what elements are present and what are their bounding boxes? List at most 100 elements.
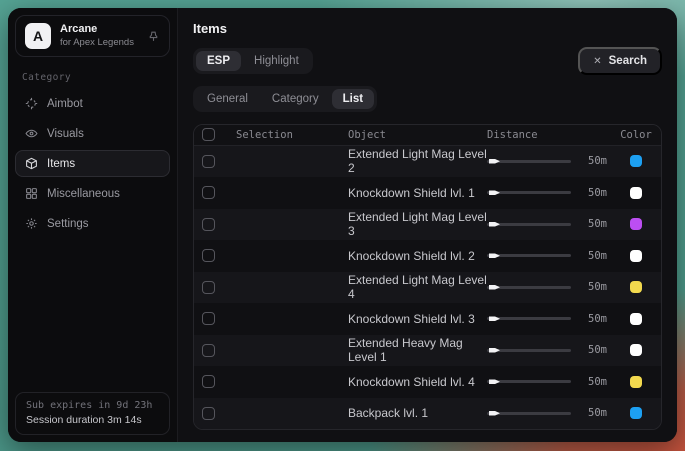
app-logo-card: A Arcane for Apex Legends	[15, 15, 170, 57]
row-checkbox[interactable]	[202, 312, 215, 325]
mode-tabs: ESPHighlight	[193, 48, 313, 74]
app-window: A Arcane for Apex Legends Category Aimbo…	[8, 8, 677, 442]
session-duration-text: Session duration 3m 14s	[26, 414, 159, 426]
row-checkbox[interactable]	[202, 155, 215, 168]
distance-value: 50m	[579, 376, 607, 388]
tab-list[interactable]: List	[332, 89, 374, 109]
object-name: Backpack lvl. 1	[348, 406, 487, 420]
object-name: Extended Light Mag Level 3	[348, 210, 487, 238]
sidebar: A Arcane for Apex Legends Category Aimbo…	[8, 8, 178, 442]
object-name: Knockdown Shield lvl. 1	[348, 186, 487, 200]
sub-expires-text: Sub expires in 9d 23h	[26, 400, 159, 411]
color-swatch[interactable]	[630, 250, 642, 262]
distance-value: 50m	[579, 281, 607, 293]
table-row: Extended Heavy Mag Level 1 50m	[194, 335, 661, 367]
select-all-checkbox[interactable]	[202, 128, 215, 141]
distance-value: 50m	[579, 187, 607, 199]
slider-thumb[interactable]	[489, 378, 500, 386]
package-icon	[25, 157, 38, 170]
distance-value: 50m	[579, 313, 607, 325]
distance-value: 50m	[579, 407, 607, 419]
sidebar-section-label: Category	[22, 72, 163, 83]
color-swatch[interactable]	[630, 155, 642, 167]
distance-slider[interactable]	[487, 380, 571, 383]
distance-slider[interactable]	[487, 160, 571, 163]
table-row: Backpack lvl. 1 50m	[194, 398, 661, 430]
distance-slider[interactable]	[487, 286, 571, 289]
items-table: Selection Object Distance Color Extended…	[193, 124, 662, 430]
color-swatch[interactable]	[630, 344, 642, 356]
table-row: Extended Light Mag Level 4 50m	[194, 272, 661, 304]
sidebar-spacer	[8, 237, 177, 385]
desktop-background: { "app": { "logo_letter": "A", "name": "…	[0, 0, 685, 451]
sidebar-item-miscellaneous[interactable]: Miscellaneous	[15, 180, 170, 207]
row-checkbox[interactable]	[202, 218, 215, 231]
slider-thumb[interactable]	[489, 252, 500, 260]
slider-thumb[interactable]	[489, 346, 500, 354]
color-swatch[interactable]	[630, 313, 642, 325]
subscription-card: Sub expires in 9d 23h Session duration 3…	[15, 392, 170, 435]
color-swatch[interactable]	[630, 187, 642, 199]
app-name: Arcane	[60, 23, 138, 37]
search-button[interactable]: ✕ Search	[578, 47, 662, 75]
app-subtitle: for Apex Legends	[60, 37, 138, 49]
table-row: Extended Light Mag Level 3 50m	[194, 209, 661, 241]
gear-icon	[25, 217, 38, 230]
row-checkbox[interactable]	[202, 344, 215, 357]
row-checkbox[interactable]	[202, 407, 215, 420]
main-panel: Items ESPHighlight ✕ Search GeneralCateg…	[178, 8, 677, 442]
color-swatch[interactable]	[630, 407, 642, 419]
distance-slider[interactable]	[487, 254, 571, 257]
row-checkbox[interactable]	[202, 249, 215, 262]
mode-toolbar: ESPHighlight ✕ Search	[193, 47, 662, 75]
sidebar-item-visuals[interactable]: Visuals	[15, 120, 170, 147]
tab-general[interactable]: General	[196, 89, 259, 109]
page-title: Items	[193, 21, 662, 36]
column-header-color: Color	[620, 129, 652, 141]
search-button-label: Search	[609, 55, 647, 67]
sidebar-item-label: Aimbot	[47, 98, 83, 110]
table-row: Extended Light Mag Level 2 50m	[194, 146, 661, 178]
row-checkbox[interactable]	[202, 186, 215, 199]
view-tabs: GeneralCategoryList	[193, 86, 377, 112]
distance-slider[interactable]	[487, 412, 571, 415]
slider-thumb[interactable]	[489, 220, 500, 228]
tab-esp[interactable]: ESP	[196, 51, 241, 71]
tab-category[interactable]: Category	[261, 89, 330, 109]
slider-thumb[interactable]	[489, 409, 500, 417]
distance-value: 50m	[579, 344, 607, 356]
color-swatch[interactable]	[630, 376, 642, 388]
pin-icon[interactable]	[147, 30, 160, 43]
distance-slider[interactable]	[487, 223, 571, 226]
grid-icon	[25, 187, 38, 200]
object-name: Extended Heavy Mag Level 1	[348, 336, 487, 364]
distance-slider[interactable]	[487, 191, 571, 194]
sidebar-item-label: Items	[47, 158, 75, 170]
column-header-selection: Selection	[236, 129, 348, 141]
row-checkbox[interactable]	[202, 281, 215, 294]
object-name: Knockdown Shield lvl. 4	[348, 375, 487, 389]
view-toolbar: GeneralCategoryList	[193, 86, 662, 112]
object-name: Extended Light Mag Level 2	[348, 147, 487, 175]
sidebar-item-aimbot[interactable]: Aimbot	[15, 90, 170, 117]
row-checkbox[interactable]	[202, 375, 215, 388]
object-name: Extended Light Mag Level 4	[348, 273, 487, 301]
eye-icon	[25, 127, 38, 140]
distance-slider[interactable]	[487, 349, 571, 352]
sidebar-nav: Aimbot Visuals Items Miscellaneous Setti…	[8, 90, 177, 237]
tab-highlight[interactable]: Highlight	[243, 51, 310, 71]
crosshair-icon	[25, 97, 38, 110]
color-swatch[interactable]	[630, 281, 642, 293]
table-header: Selection Object Distance Color	[194, 125, 661, 146]
column-header-distance: Distance	[487, 129, 615, 141]
slider-thumb[interactable]	[489, 189, 500, 197]
sidebar-item-settings[interactable]: Settings	[15, 210, 170, 237]
distance-slider[interactable]	[487, 317, 571, 320]
slider-thumb[interactable]	[489, 283, 500, 291]
sidebar-item-items[interactable]: Items	[15, 150, 170, 177]
close-x-icon: ✕	[593, 56, 601, 67]
color-swatch[interactable]	[630, 218, 642, 230]
slider-thumb[interactable]	[489, 315, 500, 323]
slider-thumb[interactable]	[489, 157, 500, 165]
table-row: Knockdown Shield lvl. 3 50m	[194, 303, 661, 335]
